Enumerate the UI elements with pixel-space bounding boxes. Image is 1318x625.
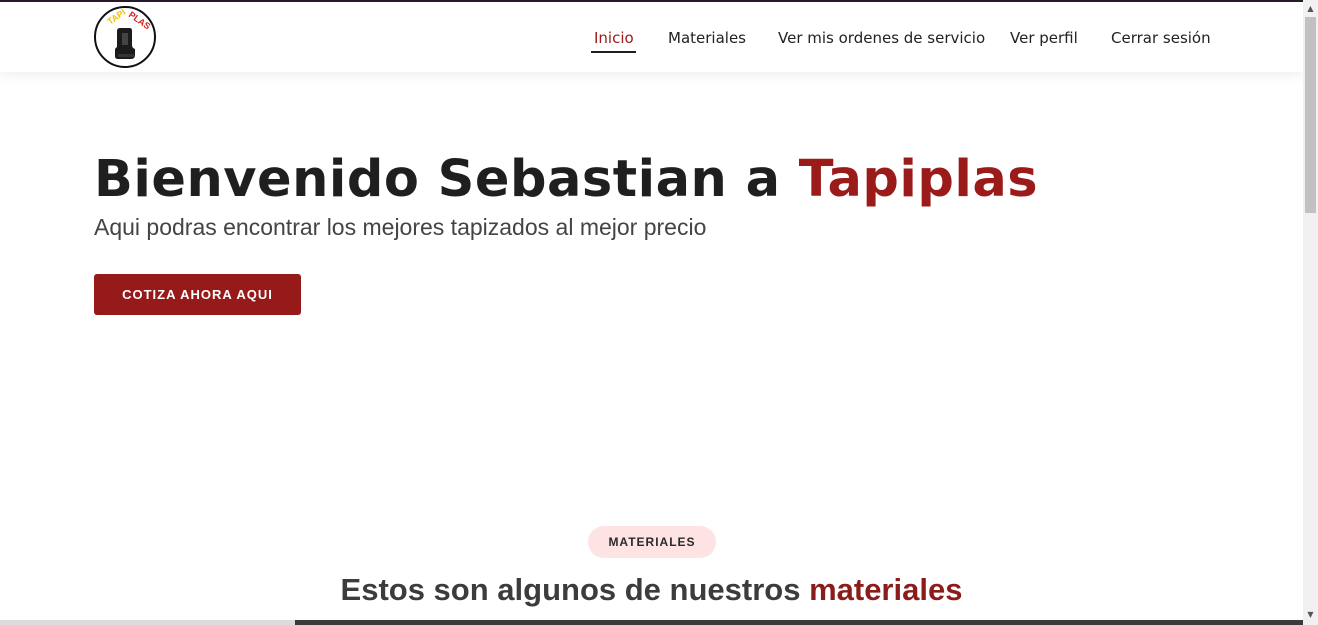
hero-subtitle: Aqui podras encontrar los mejores tapiza…	[94, 214, 707, 240]
active-nav-indicator	[591, 51, 636, 53]
site-header: TAPI PLAS Inicio Materiales Ver mis orde…	[0, 2, 1303, 72]
nav-cerrar-sesion[interactable]: Cerrar sesión	[1111, 29, 1211, 47]
tapiplas-logo[interactable]: TAPI PLAS	[94, 6, 156, 68]
hero-title-prefix: Bienvenido Sebastian a	[94, 150, 799, 209]
materiales-badge: MATERIALES	[588, 526, 716, 558]
svg-text:TAPI: TAPI	[105, 8, 127, 27]
hero-title: Bienvenido Sebastian a Tapiplas	[94, 150, 1038, 209]
hero-title-brand: Tapiplas	[798, 150, 1039, 209]
cotiza-ahora-button[interactable]: COTIZA AHORA AQUI	[94, 274, 301, 315]
car-seat-icon: TAPI PLAS	[105, 8, 152, 59]
nav-materiales[interactable]: Materiales	[668, 29, 746, 47]
materials-title-accent: materiales	[809, 572, 963, 607]
scroll-up-arrow-icon[interactable]: ▲	[1303, 1, 1318, 16]
materials-image-strip	[0, 620, 1303, 625]
nav-ordenes-servicio[interactable]: Ver mis ordenes de servicio	[778, 29, 985, 47]
nav-inicio[interactable]: Inicio	[594, 29, 634, 47]
materials-title-prefix: Estos son algunos de nuestros	[340, 572, 810, 607]
nav-ver-perfil[interactable]: Ver perfil	[1010, 29, 1078, 47]
image-strip-light-segment	[0, 620, 295, 625]
scroll-down-arrow-icon[interactable]: ▼	[1303, 607, 1318, 622]
scrollbar-thumb[interactable]	[1305, 17, 1316, 213]
materials-section-title: Estos son algunos de nuestros materiales	[0, 572, 1303, 608]
